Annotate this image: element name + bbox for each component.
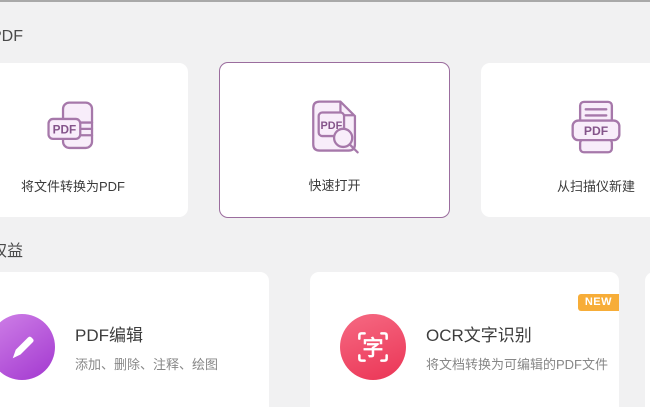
card-label: 从扫描仪新建 bbox=[556, 179, 635, 194]
create-pdf-section-title-text: PDF bbox=[0, 28, 23, 45]
card-convert-to-pdf[interactable]: PDF 将文件转换为PDF bbox=[0, 63, 188, 217]
card-label: 将文件转换为PDF bbox=[20, 179, 125, 194]
card-new-from-scanner[interactable]: PDF 从扫描仪新建 bbox=[481, 63, 650, 217]
quick-open-icon: PDF bbox=[306, 98, 364, 156]
card-quick-open[interactable]: PDF 快速打开 bbox=[219, 62, 450, 218]
ocr-glyph: 字 bbox=[363, 336, 384, 360]
pdf-text: PDF bbox=[53, 123, 77, 136]
card-subtitle: 添加、删除、注释、绘图 bbox=[75, 357, 219, 372]
ocr-icon: 字 bbox=[340, 314, 406, 380]
create-pdf-section-title: PDF bbox=[0, 28, 120, 50]
card-label: 快速打开 bbox=[308, 178, 361, 193]
convert-to-pdf-icon: PDF bbox=[44, 99, 102, 157]
card-pdf-edit[interactable]: PDF编辑 添加、删除、注释、绘图 bbox=[0, 272, 269, 407]
benefits-section-title-text: 权益 bbox=[0, 243, 24, 259]
window-top-border bbox=[0, 0, 650, 2]
pdf-text: PDF bbox=[584, 124, 608, 138]
home-panel: PDF PDF 将文件转换为PDF PDF bbox=[0, 0, 650, 407]
scanner-icon: PDF bbox=[568, 99, 624, 157]
pdf-edit-icon bbox=[0, 314, 55, 380]
card-title: OCR文字识别 bbox=[426, 326, 532, 345]
card-subtitle: 将文档转换为可编辑的PDF文件 bbox=[426, 357, 609, 372]
new-badge: NEW bbox=[577, 294, 619, 311]
card-partial-right[interactable] bbox=[645, 272, 650, 407]
benefits-section-title: 权益 bbox=[0, 237, 120, 259]
card-title: PDF编辑 bbox=[75, 326, 143, 345]
pencil-icon bbox=[12, 336, 34, 359]
card-ocr[interactable]: NEW 字 OCR文字识别 将文档转换为可编辑的PDF文件 bbox=[310, 272, 619, 407]
